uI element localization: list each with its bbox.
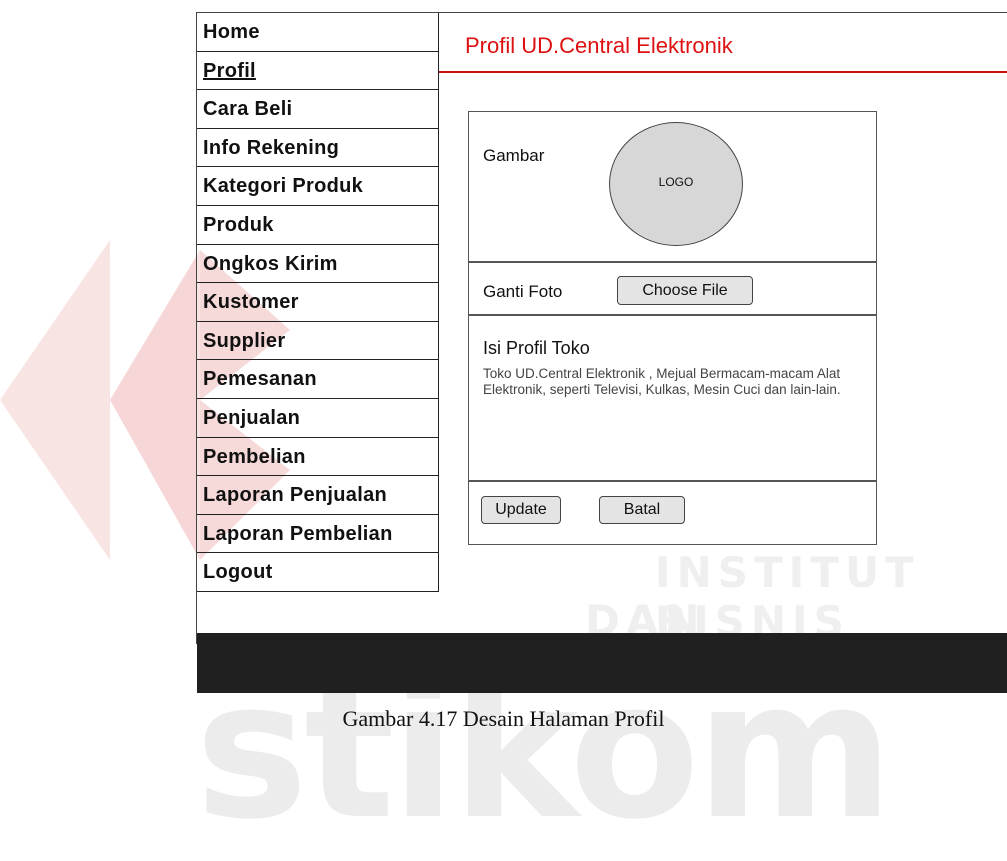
sidebar-item-label: Produk <box>203 213 274 236</box>
update-button[interactable]: Update <box>481 496 561 524</box>
page-title: Profil UD.Central Elektronik <box>465 33 733 58</box>
sidebar-item-label: Profil <box>203 59 256 82</box>
logo-placeholder: LOGO <box>609 122 743 246</box>
image-label: Gambar <box>483 146 545 165</box>
footer-bar <box>197 633 1007 693</box>
sidebar-item-label: Supplier <box>203 329 286 352</box>
sidebar-item-logout[interactable]: Logout <box>197 553 439 592</box>
sidebar-item-label: Logout <box>203 561 273 584</box>
profile-content-title: Isi Profil Toko <box>483 338 590 358</box>
sidebar-item-info-rekening[interactable]: Info Rekening <box>197 128 439 168</box>
sidebar-item-label: Laporan Penjualan <box>203 484 388 507</box>
change-photo-section: Ganti Foto Choose File <box>469 263 876 316</box>
sidebar-item-laporan-penjualan[interactable]: Laporan Penjualan <box>197 476 439 515</box>
sidebar-item-label: Laporan Pembelian <box>203 522 393 545</box>
profile-content-section: Isi Profil Toko Toko UD.Central Elektron… <box>469 316 876 482</box>
page-header: Profil UD.Central Elektronik <box>439 13 1007 73</box>
image-section: Gambar LOGO <box>469 112 876 263</box>
profile-form: Gambar LOGO Ganti Foto Choose File Isi P… <box>468 111 877 545</box>
sidebar-item-label: Home <box>203 21 260 43</box>
sidebar-item-penjualan[interactable]: Penjualan <box>197 398 439 438</box>
sidebar-item-label: Pemesanan <box>203 368 317 391</box>
sidebar-nav: Home Profil Cara Beli Info Rekening Kate… <box>197 13 439 592</box>
sidebar-item-profil[interactable]: Profil <box>197 51 439 91</box>
logo-text: LOGO <box>658 175 694 189</box>
sidebar-item-cara-beli[interactable]: Cara Beli <box>197 90 439 129</box>
sidebar-item-pemesanan[interactable]: Pemesanan <box>197 360 439 399</box>
sidebar-item-pembelian[interactable]: Pembelian <box>197 437 439 477</box>
sidebar-item-kategori-produk[interactable]: Kategori Produk <box>197 167 439 206</box>
sidebar-item-label: Kustomer <box>203 291 299 314</box>
sidebar-item-home[interactable]: Home <box>197 13 439 52</box>
profile-content-textarea[interactable]: Toko UD.Central Elektronik , Mejual Berm… <box>483 366 863 398</box>
sidebar-item-label: Kategori Produk <box>203 175 364 198</box>
sidebar-item-label: Ongkos Kirim <box>203 252 338 275</box>
sidebar-item-label: Penjualan <box>203 406 301 429</box>
choose-file-button[interactable]: Choose File <box>617 276 753 305</box>
sidebar-item-supplier[interactable]: Supplier <box>197 321 439 361</box>
sidebar-item-label: Cara Beli <box>203 98 293 121</box>
sidebar-item-kustomer[interactable]: Kustomer <box>197 283 439 322</box>
figure-caption: Gambar 4.17 Desain Halaman Profil <box>342 706 665 731</box>
sidebar-item-laporan-pembelian[interactable]: Laporan Pembelian <box>197 514 439 554</box>
sidebar-item-label: Pembelian <box>203 445 306 468</box>
sidebar-item-label: Info Rekening <box>203 136 340 159</box>
sidebar-item-produk[interactable]: Produk <box>197 205 439 245</box>
sidebar-item-ongkos-kirim[interactable]: Ongkos Kirim <box>197 244 439 284</box>
cancel-button[interactable]: Batal <box>599 496 685 524</box>
change-photo-label: Ganti Foto <box>483 282 563 301</box>
mockup-frame: Home Profil Cara Beli Info Rekening Kate… <box>196 12 1007 693</box>
